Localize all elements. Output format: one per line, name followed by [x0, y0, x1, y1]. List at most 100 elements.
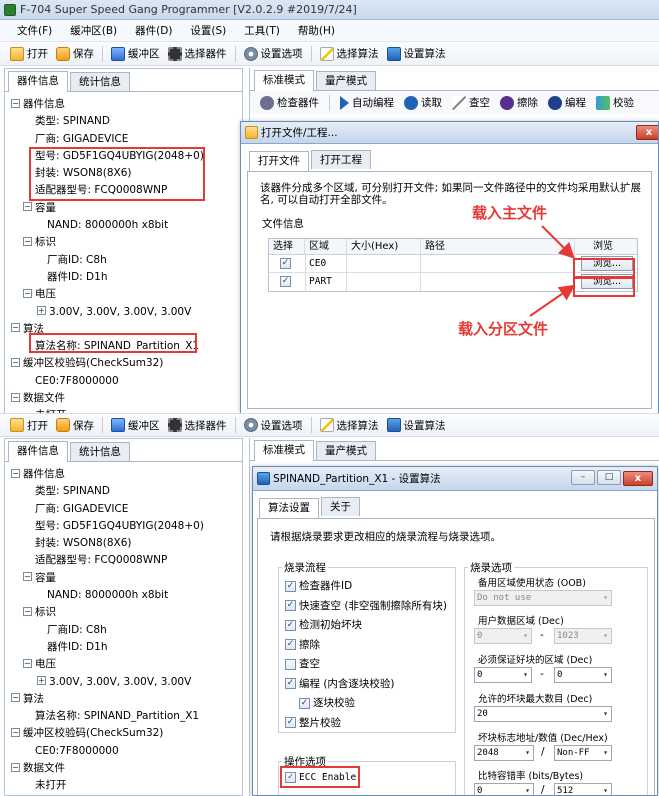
- open-button[interactable]: 打开: [6, 418, 52, 433]
- buffer-icon: [111, 418, 125, 432]
- tree-leaf: CE0:7F8000000: [35, 744, 119, 757]
- flow-checkbox[interactable]: [285, 658, 296, 670]
- mode-tabs: 标准模式 量产模式: [250, 438, 659, 461]
- bit-error-bits-select[interactable]: 0 ▾: [474, 783, 534, 795]
- user-area-label: 用户数据区域 (Dec): [478, 616, 564, 627]
- maximize-button[interactable]: □: [597, 470, 621, 485]
- tree-node[interactable]: − 电压: [11, 656, 242, 673]
- tab-stats[interactable]: 统计信息: [70, 442, 130, 461]
- select-device-button[interactable]: 选择器件: [164, 418, 231, 433]
- collapse-icon[interactable]: −: [11, 762, 20, 772]
- gear-icon: [243, 418, 258, 432]
- flow-erase[interactable]: ✓ 擦除: [285, 636, 447, 656]
- bad-mark-label: 坏块标志地址/数值 (Dec/Hex): [478, 733, 608, 744]
- max-bad-block-select[interactable]: 20 ▾: [474, 706, 612, 722]
- toolbar-separator: [234, 417, 236, 433]
- tree-leaf: 算法名称: SPINAND_Partition_X1: [35, 710, 200, 723]
- flow-checkbox[interactable]: ✓: [299, 697, 310, 709]
- flow-quick-blank[interactable]: ✓ 快速查空 (非空强制擦除所有块): [285, 597, 447, 617]
- tree-leaf: 型号: GD5F1GQ4UBYIG(2048+0): [35, 519, 204, 532]
- tab-standard-mode[interactable]: 标准模式: [254, 440, 314, 461]
- save-button[interactable]: 保存: [52, 418, 98, 433]
- flow-check-id[interactable]: ✓ 检查器件ID: [285, 577, 447, 597]
- flow-program[interactable]: ✓ 编程 (内含逐块校验): [285, 675, 447, 695]
- tree-node[interactable]: − 数据文件: [11, 760, 242, 777]
- flow-block-verify[interactable]: ✓ 逐块校验: [285, 694, 447, 714]
- tab-mass-mode[interactable]: 量产模式: [316, 441, 376, 460]
- range-dash: -: [540, 668, 544, 680]
- collapse-icon[interactable]: −: [23, 606, 32, 616]
- pencil-icon: [319, 418, 334, 432]
- settings-button[interactable]: 设置选项: [240, 418, 307, 433]
- user-area-from-select[interactable]: 0 ▾: [474, 628, 532, 644]
- tree-leaf: 器件ID: D1h: [47, 640, 108, 653]
- expand-icon[interactable]: +: [37, 676, 46, 686]
- separator-slash: /: [541, 784, 545, 796]
- guarantee-from-select[interactable]: 0 ▾: [474, 667, 532, 683]
- arrow-to-main-browse: [541, 225, 575, 259]
- flow-bad-block[interactable]: ✓ 检测初始坏块: [285, 616, 447, 636]
- chevron-down-icon: ▾: [603, 748, 608, 757]
- tree-leaf: 厂商: GIGADEVICE: [35, 502, 129, 515]
- flow-checkbox[interactable]: ✓: [285, 600, 296, 611]
- annotation-arrows: [529, 225, 576, 317]
- tree-leaf: 适配器型号: FCQ0008WNP: [35, 554, 168, 567]
- tree-leaf: NAND: 8000000h x8bit: [47, 589, 169, 602]
- collapse-icon[interactable]: −: [11, 693, 20, 703]
- flow-full-verify[interactable]: ✓ 整片校验: [285, 714, 447, 734]
- set-algo-button[interactable]: 设置算法: [383, 418, 450, 433]
- dialog-title-bar: SPINAND_Partition_X1 - 设置算法 – □ x: [253, 467, 657, 491]
- tree-node[interactable]: − 标识: [11, 604, 242, 621]
- flow-checkbox[interactable]: ✓: [285, 619, 296, 631]
- collapse-icon[interactable]: −: [11, 468, 20, 478]
- bit-error-label: 比特容错率 (bits/Bytes): [478, 771, 584, 782]
- flow-checkbox[interactable]: ✓: [285, 580, 296, 592]
- max-bad-block-label: 允许的坏块最大数目 (Dec): [478, 694, 593, 705]
- bad-mark-addr-select[interactable]: 2048 ▾: [474, 745, 534, 761]
- close-button[interactable]: x: [623, 471, 653, 486]
- tree-node[interactable]: − 容量: [11, 570, 242, 587]
- select-algo-button[interactable]: 选择算法: [316, 418, 383, 433]
- collapse-icon[interactable]: −: [11, 727, 20, 737]
- arrow-to-partition-browse: [529, 284, 576, 317]
- chevron-down-icon: ▾: [603, 631, 608, 640]
- flow-blank-check[interactable]: 查空: [285, 655, 447, 675]
- buffer-button[interactable]: 缓冲区: [107, 418, 164, 433]
- tab-device-info[interactable]: 器件信息: [8, 441, 68, 462]
- user-area-to-select[interactable]: 1023 ▾: [554, 628, 612, 644]
- tree-node[interactable]: − 算法: [11, 691, 242, 708]
- left-tabs: 器件信息 统计信息: [5, 439, 242, 462]
- dialog-tabs: 算法设置 关于: [259, 497, 360, 519]
- algo-settings-body: 请根据烧录要求更改相应的烧录流程与烧录选项。 烧录流程 ✓ 检查器件ID ✓ 快速查…: [257, 518, 655, 796]
- tree-node[interactable]: +3.00V, 3.00V, 3.00V, 3.00V: [11, 674, 242, 691]
- dialog-title: SPINAND_Partition_X1 - 设置算法: [273, 473, 441, 485]
- chip-icon: [167, 418, 182, 432]
- tab-about[interactable]: 关于: [321, 497, 360, 516]
- bad-mark-value-select[interactable]: Non-FF ▾: [554, 745, 612, 761]
- tree-leaf: 封装: WSON8(8X6): [35, 537, 132, 550]
- chevron-down-icon: ▾: [603, 786, 608, 795]
- tree-leaf: 类型: SPINAND: [35, 485, 110, 498]
- separator-slash: /: [541, 746, 545, 758]
- collapse-icon[interactable]: −: [23, 658, 32, 668]
- collapse-icon[interactable]: −: [23, 572, 32, 582]
- algorithm-icon: [257, 472, 270, 485]
- tab-algo-settings[interactable]: 算法设置: [259, 498, 319, 519]
- chevron-down-icon: ▾: [523, 670, 528, 679]
- tree-node[interactable]: − 器件信息: [11, 466, 242, 483]
- tree-leaf: 未打开: [35, 779, 67, 792]
- minimize-button[interactable]: –: [571, 470, 595, 485]
- backup-area-label: 备用区域使用状态 (OOB): [478, 578, 586, 589]
- flow-checkbox[interactable]: ✓: [285, 678, 296, 689]
- algo-description: 请根据烧录要求更改相应的烧录流程与烧录选项。: [270, 531, 501, 543]
- flow-checkbox[interactable]: ✓: [285, 639, 296, 650]
- guarantee-to-select[interactable]: 0 ▾: [554, 667, 612, 683]
- chevron-down-icon: ▾: [603, 670, 608, 679]
- chevron-down-icon: ▾: [603, 593, 608, 602]
- tree-node[interactable]: − 缓冲区校验码(CheckSum32): [11, 725, 242, 742]
- bit-error-bytes-select[interactable]: 512 ▾: [554, 783, 612, 795]
- backup-area-select[interactable]: Do not use ▾: [474, 590, 612, 606]
- highlight-box-ecc: [280, 766, 360, 788]
- guarantee-area-label: 必须保证好块的区域 (Dec): [478, 655, 593, 666]
- flow-checkbox[interactable]: ✓: [285, 717, 296, 728]
